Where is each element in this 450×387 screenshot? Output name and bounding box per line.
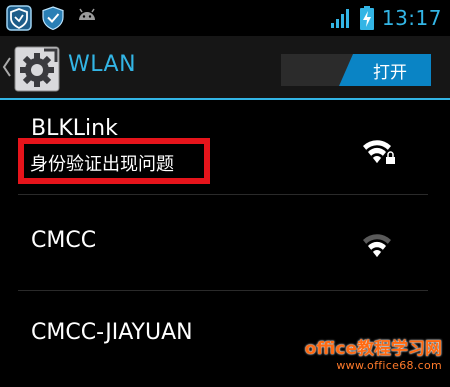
watermark-url: www.office68.com bbox=[336, 359, 442, 372]
status-bar: 13:17 bbox=[0, 0, 450, 36]
signal-icon bbox=[330, 9, 349, 28]
shield-check-icon bbox=[42, 6, 64, 31]
back-caret-icon[interactable] bbox=[2, 56, 12, 78]
wlan-toggle[interactable]: 打开 bbox=[281, 54, 431, 86]
toggle-on-thumb[interactable]: 打开 bbox=[339, 54, 431, 86]
android-icon bbox=[79, 8, 95, 20]
auth-error-highlight: 身份验证出现问题 bbox=[18, 138, 210, 184]
site-watermark: office教程学习网 www.office68.com bbox=[292, 339, 442, 379]
clock: 13:17 bbox=[381, 6, 442, 30]
network-ssid: CMCC bbox=[31, 228, 97, 253]
page-title: WLAN bbox=[68, 52, 137, 77]
wifi-medium-icon bbox=[363, 234, 391, 257]
toggle-label: 打开 bbox=[373, 62, 407, 83]
settings-gear-icon[interactable] bbox=[14, 46, 60, 92]
network-ssid: CMCC-JIAYUAN bbox=[31, 320, 193, 345]
watermark-brand: office教程学习网 bbox=[304, 339, 442, 359]
action-bar: WLAN 打开 bbox=[0, 36, 450, 100]
network-item[interactable]: CMCC bbox=[18, 194, 428, 291]
wifi-locked-strong-icon bbox=[363, 140, 395, 164]
notification-icons bbox=[6, 5, 100, 31]
battery-charging-icon bbox=[359, 6, 374, 30]
shield-notification-icon bbox=[6, 5, 32, 31]
system-status: 13:17 bbox=[330, 4, 442, 32]
network-status: 身份验证出现问题 bbox=[30, 154, 174, 175]
